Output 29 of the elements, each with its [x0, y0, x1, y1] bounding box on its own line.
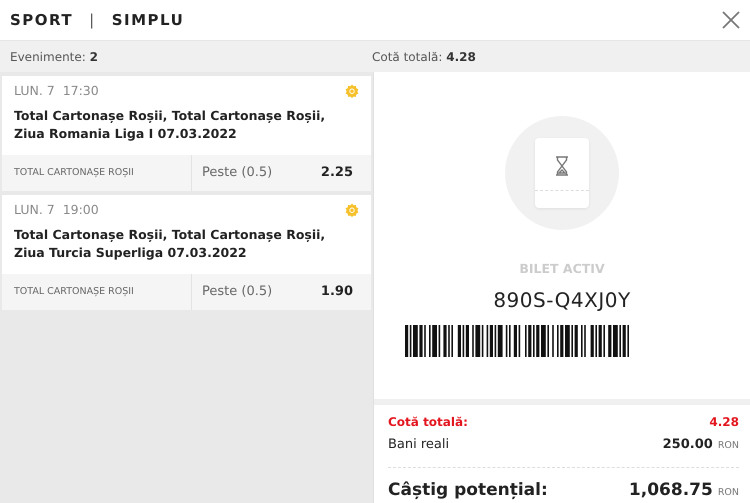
coin-icon [345, 84, 359, 98]
market-name: TOTAL CARTONAȘE ROȘII [2, 155, 192, 191]
total-odds: Cotă totală: 4.28 [372, 48, 476, 66]
selection-label: Peste (0.5) [201, 283, 272, 302]
potential-win-label: Câștig potențial: [388, 478, 548, 502]
close-button[interactable] [722, 10, 740, 30]
market-name: TOTAL CARTONAȘE ROȘII [2, 274, 192, 310]
event-title: Total Cartonașe Roșii, Total Cartonașe Roșii, Ziua Turcia Superliga 07.03.2022 [13, 226, 326, 262]
selection-label: Peste (0.5) [201, 164, 272, 182]
event-title: Total Cartonașe Roșii, Total Cartonașe Roșii, Ziua Romania Liga I 07.03.2022 [13, 106, 326, 143]
total-odds-value: 4.28 [709, 414, 739, 431]
currency-label: RON [718, 486, 739, 500]
total-odds-label: Cotă totală: [388, 414, 468, 431]
bet-type-label: SIMPLU [112, 10, 184, 31]
stake-value: 250.00 [662, 436, 713, 454]
events-count: Evenimente: 2 [10, 50, 98, 64]
odds-value: 2.25 [320, 164, 354, 182]
potential-win-value: 1,068.75 [628, 478, 713, 502]
event-datetime: LUN. 7 17:30 [14, 82, 99, 100]
coin-icon [345, 203, 359, 218]
stake-label: Bani reali [388, 436, 450, 454]
ticket-code: 890S-Q4XJ0Y [493, 286, 631, 314]
close-icon [722, 10, 740, 29]
separator: | [89, 10, 96, 31]
page-title: SPORT [10, 10, 74, 31]
event-datetime: LUN. 7 19:00 [14, 201, 99, 219]
hourglass-icon [555, 156, 569, 176]
currency-label: RON [718, 439, 739, 453]
odds-value: 1.90 [320, 283, 354, 302]
